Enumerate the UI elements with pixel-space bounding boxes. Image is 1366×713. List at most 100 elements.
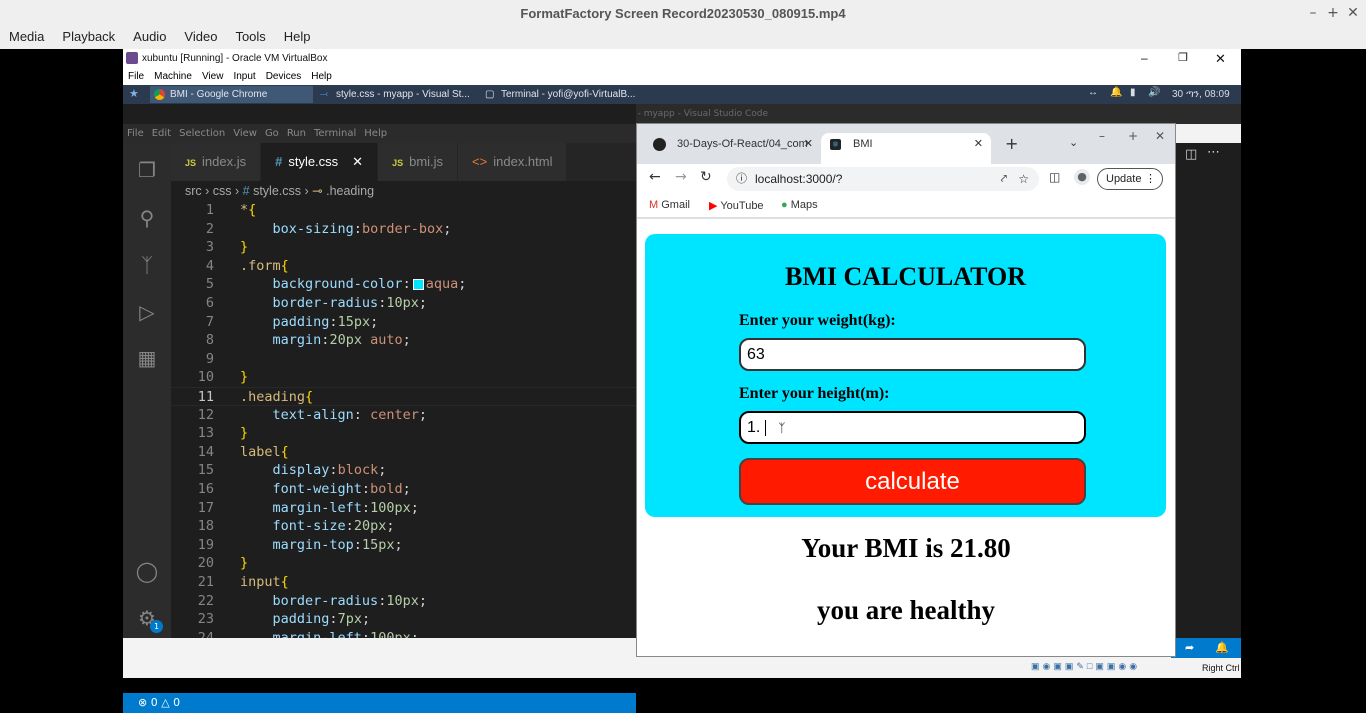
chrome-minimize-icon[interactable]: – (1099, 129, 1105, 143)
more-actions-icon[interactable]: ⋯ (1207, 145, 1220, 160)
vbox-menu-devices[interactable]: Devices (261, 68, 307, 85)
volume-icon[interactable]: 🔊 (1148, 87, 1160, 98)
split-editor-icon[interactable]: ◫ (1185, 147, 1197, 162)
chrome-tab-github[interactable]: 30-Days-Of-React/04_com ✕ (645, 133, 819, 164)
explorer-icon[interactable]: ❐ (135, 158, 159, 182)
side-panel-icon[interactable]: ◫ (1049, 170, 1060, 184)
warning-count: 0 (173, 696, 181, 709)
battery-icon[interactable]: ▮ (1130, 87, 1136, 98)
bookmarks-bar: M Gmail ▶ YouTube ● Maps (637, 194, 1175, 218)
share-icon[interactable]: ⤤ (1001, 167, 1007, 191)
code-line: 24 margin-left:100px; (197, 629, 419, 638)
vbox-close-icon[interactable]: ✕ (1215, 49, 1226, 68)
react-icon: ⚛ (830, 139, 841, 150)
reload-icon[interactable]: ↻ (700, 169, 712, 185)
code-line: 13} (197, 425, 249, 442)
whisker-menu-icon[interactable]: ★ (129, 87, 139, 100)
vbox-menu-view[interactable]: View (197, 68, 229, 85)
update-label: Update (1106, 173, 1142, 185)
html-file-icon: <> (472, 154, 488, 169)
chrome-toolbar: ← → ↻ ⓘ localhost:3000/? ⤤ ☆ ◫ ● Update … (637, 164, 1175, 194)
close-icon[interactable]: ✕ (1344, 0, 1362, 27)
run-debug-icon[interactable]: ▷ (135, 300, 159, 324)
panel-clock[interactable]: 30 ጣን, 08:09 (1172, 85, 1230, 104)
chrome-tab-bmi[interactable]: ⚛ BMI ✕ (821, 133, 991, 164)
vbox-menu-file[interactable]: File (123, 68, 149, 85)
forward-icon[interactable]: → (675, 169, 687, 185)
code-line: 22 border-radius:10px; (197, 592, 427, 609)
back-icon[interactable]: ← (649, 169, 661, 185)
vs-menu-file[interactable]: File (123, 124, 148, 143)
bookmark-maps[interactable]: ● Maps (781, 199, 818, 211)
vbox-minimize-icon[interactable]: – (1141, 49, 1148, 68)
tab-bmi-js[interactable]: JS bmi.js (378, 143, 459, 181)
bookmark-youtube[interactable]: ▶ YouTube (709, 199, 764, 212)
breadcrumb-item[interactable]: src (185, 184, 202, 198)
tab-index-js[interactable]: JS index.js (171, 143, 262, 181)
source-control-icon[interactable]: ᛉ (135, 253, 159, 277)
code-editor[interactable]: 1 *{ 2 box-sizing:border-box; 3} 4 .form{ … (171, 201, 636, 638)
address-bar[interactable]: ⓘ localhost:3000/? ⤤ ☆ (727, 167, 1039, 191)
chrome-tab-close-icon[interactable]: ✕ (974, 133, 983, 155)
weight-input[interactable]: 63 (739, 338, 1086, 371)
task-chrome[interactable]: BMI - Google Chrome (150, 86, 313, 103)
breadcrumb-item[interactable]: style.css (253, 184, 301, 198)
tab-style-css[interactable]: # style.css ✕ (261, 143, 379, 181)
bmi-result: Your BMI is 21.80 (801, 533, 1011, 563)
breadcrumb-item[interactable]: .heading (326, 184, 374, 198)
vbox-menu-input[interactable]: Input (228, 68, 260, 85)
site-info-icon[interactable]: ⓘ (736, 167, 747, 191)
bell-icon[interactable]: 🔔 (1215, 638, 1229, 658)
extensions-icon[interactable]: ▦ (135, 346, 159, 370)
task-terminal[interactable]: ▢ Terminal - yofi@yofi-VirtualB... (481, 86, 644, 103)
code-line: 5 background-color: aqua; (205, 276, 467, 293)
bookmark-star-icon[interactable]: ☆ (1018, 167, 1029, 191)
code-line: 4 .form{ (205, 257, 289, 274)
vbox-restore-icon[interactable]: ❐ (1178, 49, 1188, 68)
vs-menu-help[interactable]: Help (360, 124, 391, 143)
chrome-close-icon[interactable]: ✕ (1155, 129, 1165, 143)
new-tab-icon[interactable]: + (1005, 134, 1018, 153)
live-share-icon[interactable]: ➦ (1185, 638, 1194, 658)
task-vscode[interactable]: ⤙ style.css - myapp - Visual St... (316, 86, 479, 103)
update-button[interactable]: Update ⋮ (1097, 168, 1163, 190)
search-icon[interactable]: ⚲ (135, 206, 159, 230)
vs-menu-terminal[interactable]: Terminal (310, 124, 360, 143)
height-input[interactable]: 1. ᛉ (739, 411, 1086, 444)
menu-audio[interactable]: Audio (124, 27, 175, 49)
problems-indicator[interactable]: ⊗ 0 △ 0 (138, 693, 180, 713)
chrome-window: 30-Days-Of-React/04_com ✕ ⚛ BMI ✕ + ⌄ – … (636, 123, 1176, 657)
device-status-icons[interactable]: ▣◉▣▣✎□▣▣◉◉ (1031, 661, 1140, 672)
vs-menu-edit[interactable]: Edit (148, 124, 175, 143)
chrome-maximize-icon[interactable]: + (1128, 129, 1138, 143)
menu-media[interactable]: Media (0, 27, 53, 49)
profile-avatar-icon[interactable]: ● (1074, 169, 1090, 185)
menu-video[interactable]: Video (175, 27, 226, 49)
calculate-button[interactable]: calculate (739, 458, 1086, 505)
color-swatch (412, 278, 424, 290)
menu-tools[interactable]: Tools (226, 27, 274, 49)
maximize-icon[interactable]: + (1324, 0, 1342, 27)
tab-search-icon[interactable]: ⌄ (1069, 136, 1078, 149)
vs-menu-view[interactable]: View (229, 124, 261, 143)
vs-menu-go[interactable]: Go (261, 124, 283, 143)
bmi-form: BMI CALCULATOR Enter your weight(kg): 63… (645, 234, 1166, 517)
menu-playback[interactable]: Playback (53, 27, 124, 49)
bookmark-gmail[interactable]: M Gmail (649, 199, 690, 211)
account-icon[interactable]: ◯ (135, 559, 159, 583)
vs-menu-run[interactable]: Run (283, 124, 310, 143)
height-input-value: 1. (747, 419, 761, 436)
minimize-icon[interactable]: – (1304, 0, 1322, 27)
vs-menu-selection[interactable]: Selection (175, 124, 229, 143)
network-icon[interactable]: ↔ (1088, 87, 1098, 98)
breadcrumb-item[interactable]: css (213, 184, 232, 198)
gmail-icon: M (649, 199, 659, 211)
vbox-menu-help[interactable]: Help (306, 68, 337, 85)
vbox-menu-machine[interactable]: Machine (149, 68, 197, 85)
menu-help[interactable]: Help (275, 27, 320, 49)
tab-close-icon[interactable]: ✕ (352, 154, 363, 169)
notification-icon[interactable]: 🔔 (1110, 87, 1122, 98)
code-line: 14 label{ (197, 443, 289, 460)
chrome-tab-close-icon[interactable]: ✕ (804, 133, 813, 155)
tab-index-html[interactable]: <> index.html (458, 143, 568, 181)
